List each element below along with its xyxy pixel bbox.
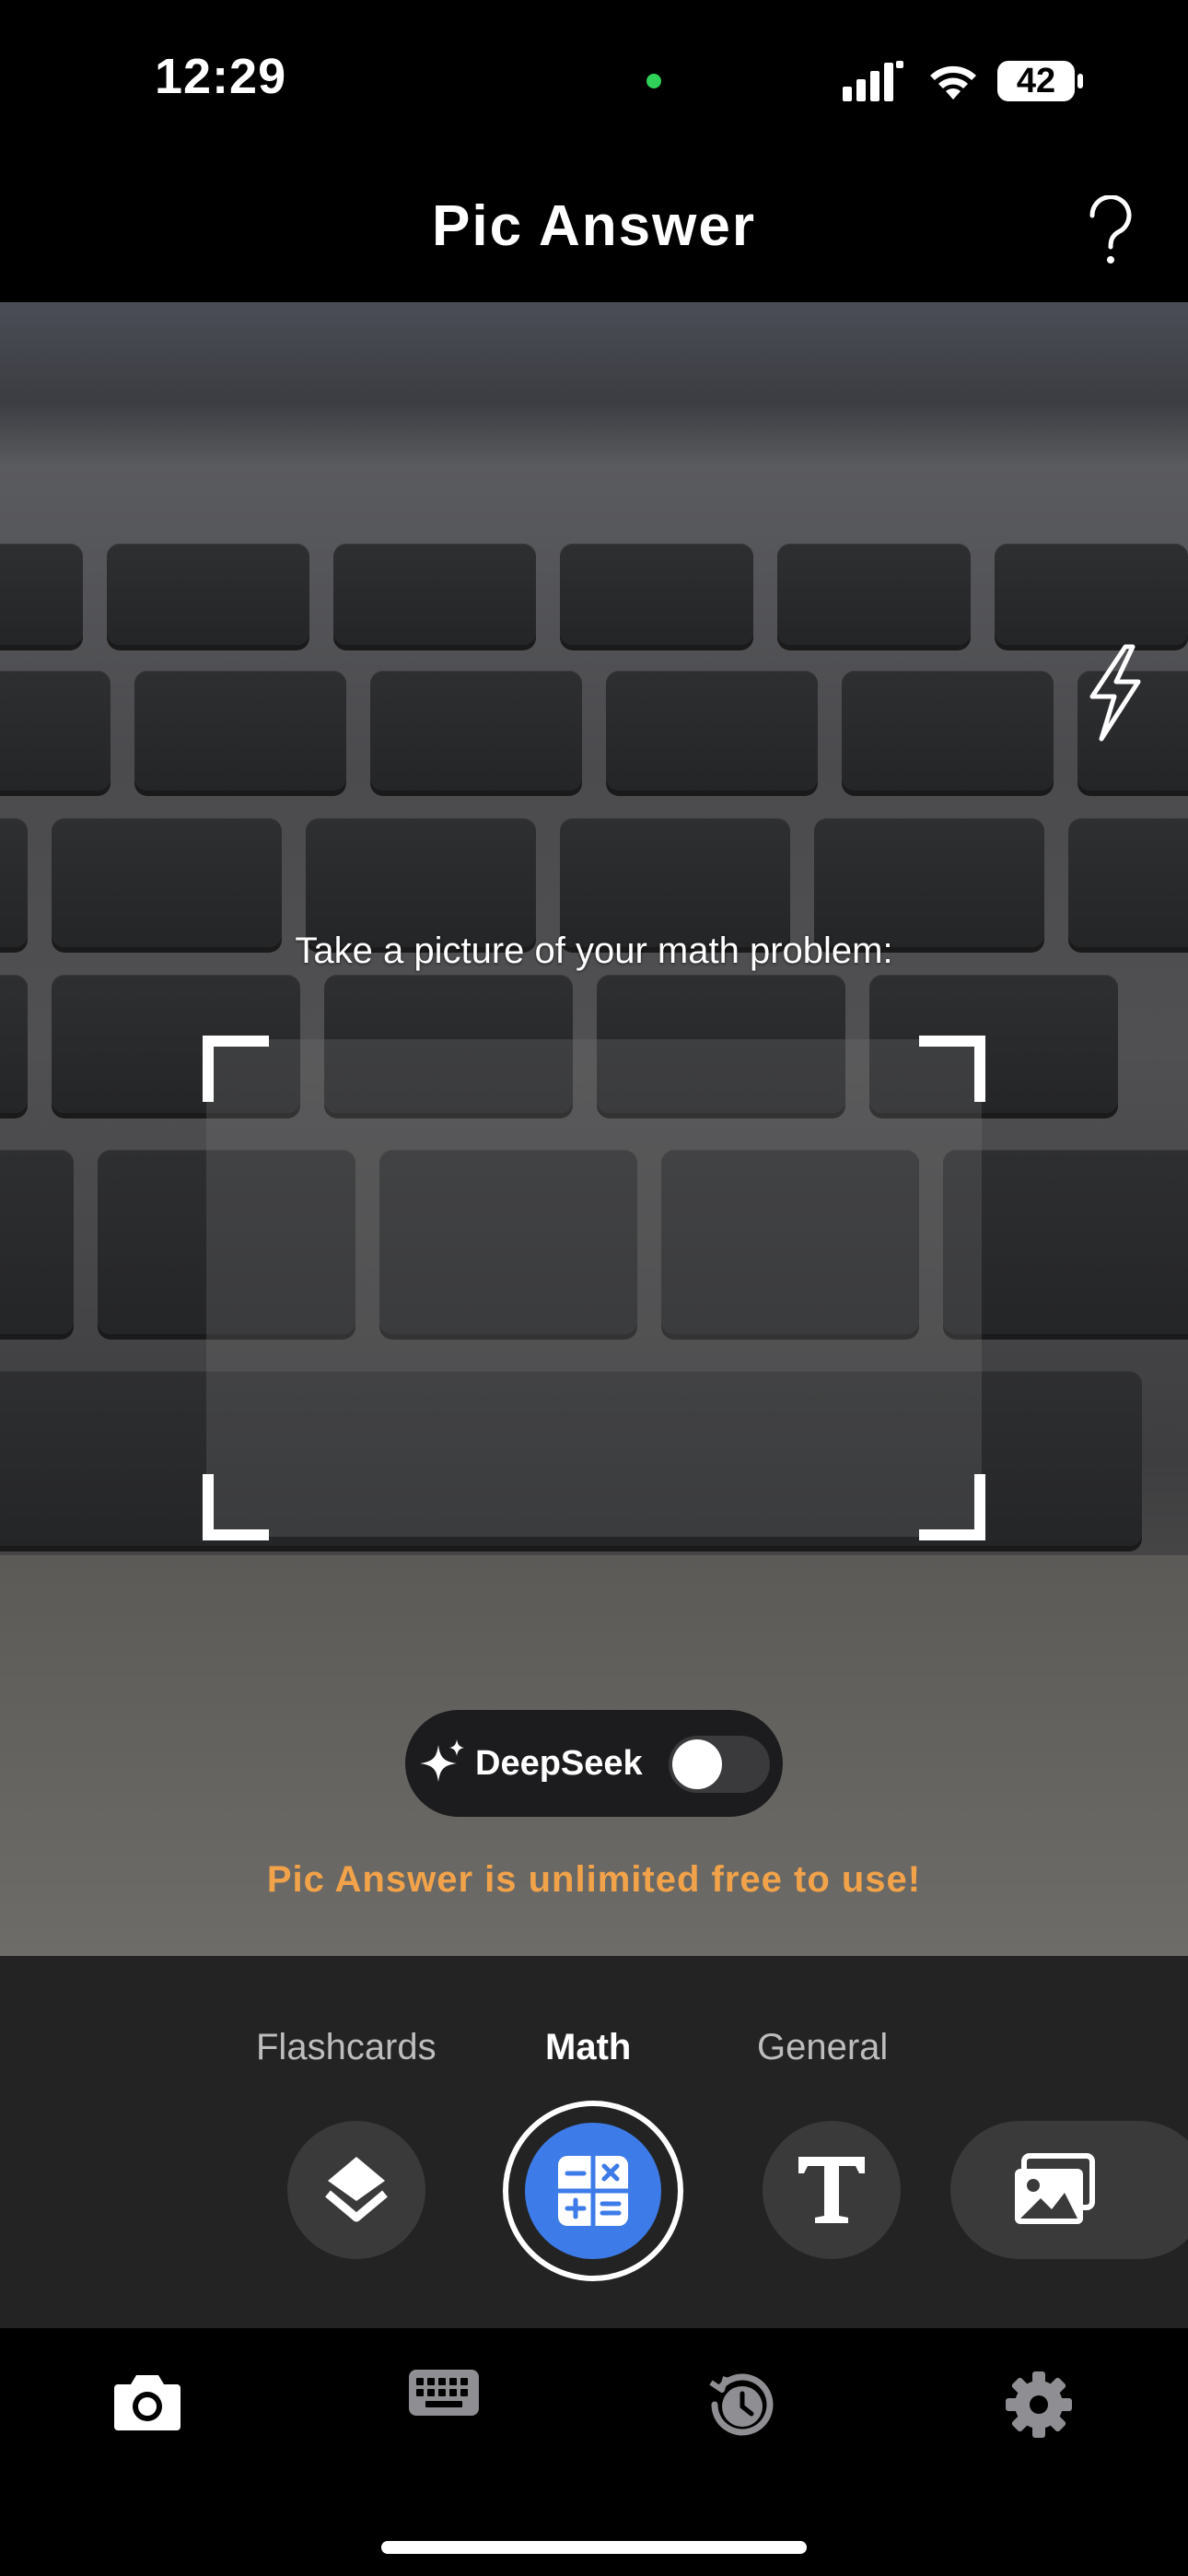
- deepseek-label: DeepSeek: [475, 1744, 643, 1783]
- scan-corner-top-left: [203, 1036, 269, 1102]
- flash-icon[interactable]: [1085, 643, 1146, 743]
- scan-corner-bottom-left: [203, 1474, 269, 1540]
- math-mode-button[interactable]: [525, 2123, 661, 2259]
- bottom-tab-bar: [0, 2328, 1188, 2576]
- keyboard-row-function: [0, 544, 1188, 645]
- scan-frame: [206, 1039, 982, 1537]
- status-bar: 12:29 42: [0, 0, 1188, 157]
- scan-corner-top-right: [919, 1036, 985, 1102]
- mode-tab-math[interactable]: Math: [545, 2027, 631, 2068]
- mode-tab-general[interactable]: General: [757, 2027, 888, 2068]
- photo-gallery-icon: [1015, 2153, 1095, 2224]
- app-header: Pic Answer: [0, 157, 1188, 302]
- keyboard-row-numbers: [0, 671, 1188, 790]
- wifi-icon: [930, 65, 976, 100]
- mode-tab-flashcards[interactable]: Flashcards: [256, 2027, 437, 2068]
- layers-icon: [325, 2157, 388, 2222]
- scan-instruction: Take a picture of your math problem:: [295, 931, 893, 971]
- keyboard-icon[interactable]: [409, 2370, 479, 2416]
- history-icon[interactable]: [707, 2370, 777, 2440]
- keyboard-row-top-letters: [0, 818, 1188, 947]
- scan-corner-bottom-right: [919, 1474, 985, 1540]
- home-indicator: [381, 2541, 807, 2554]
- camera-in-use-indicator: [646, 74, 661, 88]
- sparkle-icon: [420, 1739, 464, 1782]
- switch-knob: [672, 1739, 722, 1789]
- deepseek-switch[interactable]: [669, 1736, 770, 1793]
- status-time: 12:29: [155, 49, 287, 104]
- flashcards-mode-button[interactable]: [287, 2121, 425, 2259]
- camera-icon[interactable]: [112, 2370, 182, 2434]
- text-t-icon: [798, 2157, 865, 2223]
- battery-level: 42: [1016, 62, 1056, 100]
- promo-text: Pic Answer is unlimited free to use!: [266, 1859, 922, 1900]
- general-mode-button[interactable]: [763, 2121, 901, 2259]
- help-question-icon[interactable]: [1085, 195, 1136, 269]
- settings-gear-icon[interactable]: [1004, 2370, 1074, 2440]
- cellular-signal-icon: [843, 61, 903, 101]
- page-title: Pic Answer: [432, 194, 756, 258]
- calculator-icon: [558, 2156, 628, 2226]
